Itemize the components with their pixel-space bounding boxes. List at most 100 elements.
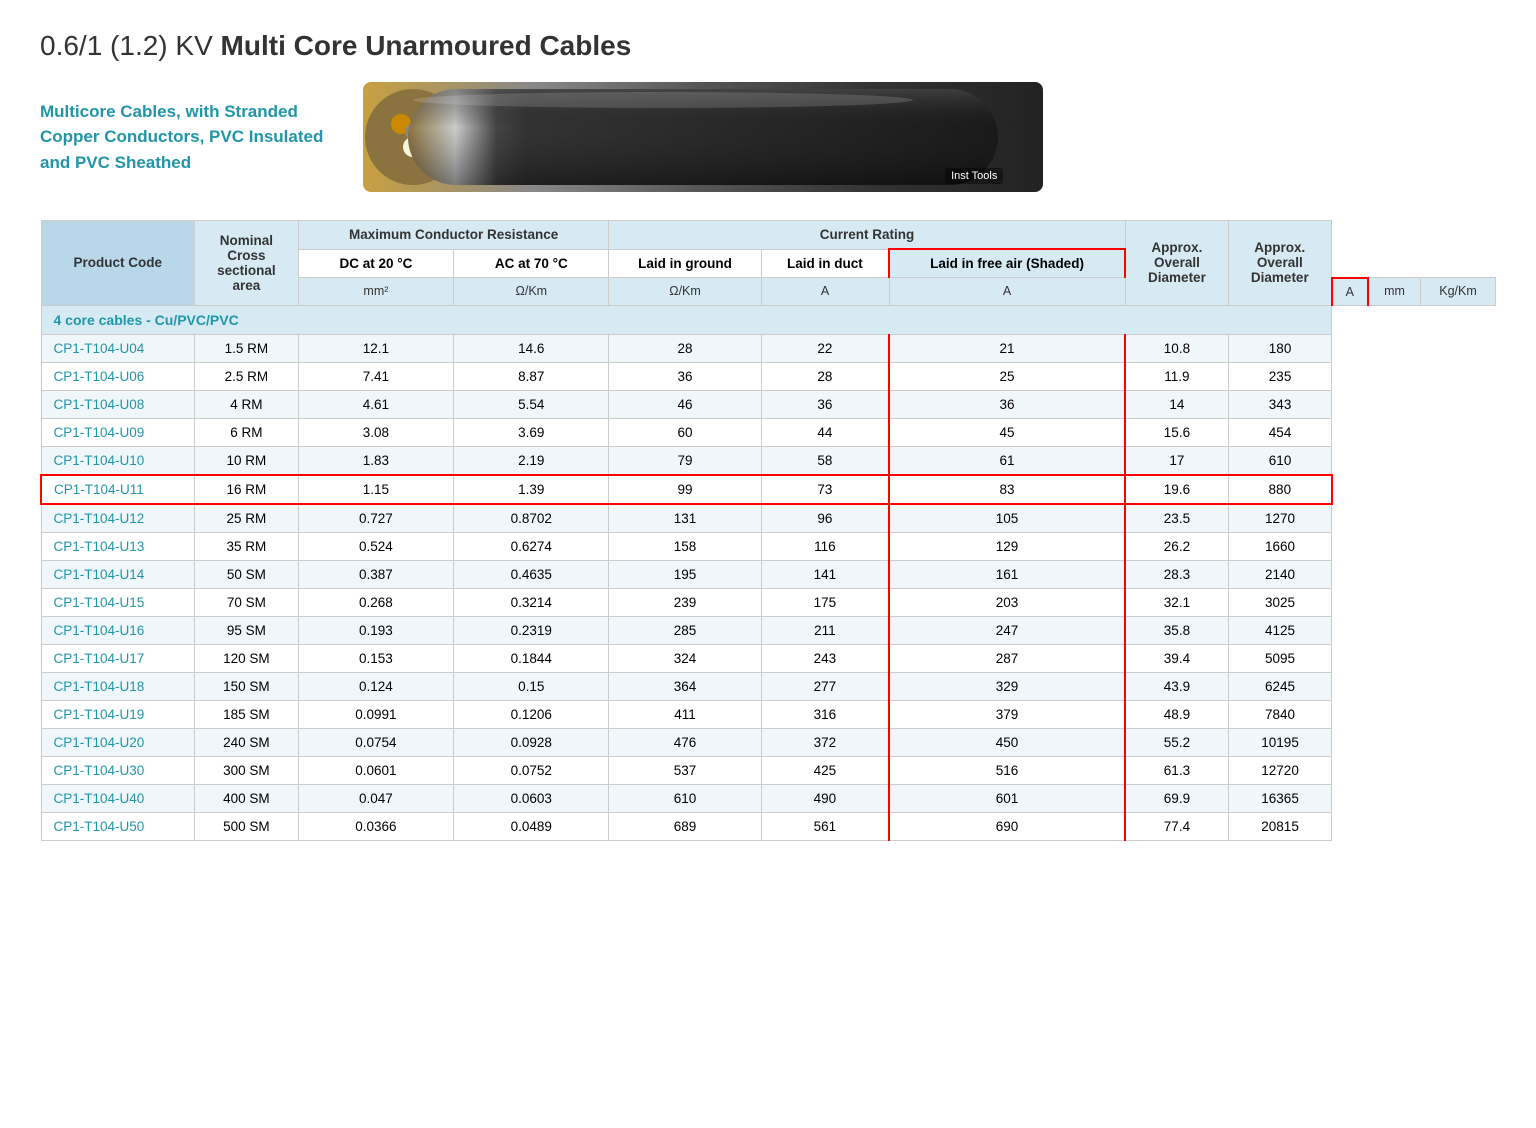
cell-4: 46 (609, 390, 761, 418)
cell-5: 243 (761, 644, 889, 672)
cell-6: 601 (889, 784, 1125, 812)
cell-5: 141 (761, 560, 889, 588)
table-row: CP1-T104-U1570 SM0.2680.321423917520332.… (41, 588, 1496, 616)
inst-tools-label: Inst Tools (945, 168, 1003, 184)
cell-0: CP1-T104-U08 (41, 390, 195, 418)
cell-2: 0.387 (298, 560, 453, 588)
cell-5: 96 (761, 504, 889, 533)
cell-5: 316 (761, 700, 889, 728)
cell-6: 379 (889, 700, 1125, 728)
cell-3: 3.69 (454, 418, 609, 446)
cell-3: 0.0928 (454, 728, 609, 756)
cell-6: 83 (889, 475, 1125, 504)
cell-5: 277 (761, 672, 889, 700)
cell-1: 500 SM (195, 812, 299, 840)
cell-7: 39.4 (1125, 644, 1228, 672)
cell-6: 450 (889, 728, 1125, 756)
section-label: 4 core cables - Cu/PVC/PVC (41, 305, 1332, 334)
cell-0: CP1-T104-U04 (41, 334, 195, 362)
cell-2: 0.0366 (298, 812, 453, 840)
intro-text: Multicore Cables, with Stranded Copper C… (40, 99, 323, 176)
cell-1: 150 SM (195, 672, 299, 700)
table-row: CP1-T104-U1010 RM1.832.1979586117610 (41, 446, 1496, 475)
cell-3: 0.1206 (454, 700, 609, 728)
unit-amp-a: A (761, 278, 889, 306)
cell-3: 0.3214 (454, 588, 609, 616)
cell-0: CP1-T104-U40 (41, 784, 195, 812)
cell-0: CP1-T104-U15 (41, 588, 195, 616)
table-row: CP1-T104-U19185 SM0.09910.12064113163794… (41, 700, 1496, 728)
cell-4: 79 (609, 446, 761, 475)
cell-8: 1660 (1228, 532, 1331, 560)
header-approx-weight: Approx.OverallDiameter (1228, 221, 1331, 306)
cell-5: 561 (761, 812, 889, 840)
cell-2: 0.0991 (298, 700, 453, 728)
cell-8: 1270 (1228, 504, 1331, 533)
cell-1: 240 SM (195, 728, 299, 756)
header-max-conductor: Maximum Conductor Resistance (298, 221, 609, 250)
cell-5: 58 (761, 446, 889, 475)
cell-6: 247 (889, 616, 1125, 644)
table-row: CP1-T104-U062.5 RM7.418.8736282511.9235 (41, 362, 1496, 390)
cell-3: 0.15 (454, 672, 609, 700)
cell-4: 364 (609, 672, 761, 700)
cell-1: 25 RM (195, 504, 299, 533)
cell-1: 35 RM (195, 532, 299, 560)
cell-8: 235 (1228, 362, 1331, 390)
cell-7: 19.6 (1125, 475, 1228, 504)
cell-0: CP1-T104-U30 (41, 756, 195, 784)
table-row: CP1-T104-U17120 SM0.1530.184432424328739… (41, 644, 1496, 672)
cell-5: 490 (761, 784, 889, 812)
cell-3: 0.8702 (454, 504, 609, 533)
cell-2: 0.124 (298, 672, 453, 700)
cell-5: 372 (761, 728, 889, 756)
cell-3: 14.6 (454, 334, 609, 362)
cell-8: 5095 (1228, 644, 1331, 672)
cell-2: 0.153 (298, 644, 453, 672)
cell-8: 10195 (1228, 728, 1331, 756)
cell-6: 161 (889, 560, 1125, 588)
cell-6: 25 (889, 362, 1125, 390)
cell-1: 10 RM (195, 446, 299, 475)
cell-5: 36 (761, 390, 889, 418)
table-row: CP1-T104-U096 RM3.083.6960444515.6454 (41, 418, 1496, 446)
cell-7: 14 (1125, 390, 1228, 418)
cell-6: 61 (889, 446, 1125, 475)
table-row: CP1-T104-U20240 SM0.07540.09284763724505… (41, 728, 1496, 756)
cell-8: 880 (1228, 475, 1331, 504)
cell-1: 400 SM (195, 784, 299, 812)
header-product-code: Product Code (41, 221, 195, 306)
cell-6: 516 (889, 756, 1125, 784)
unit-kg-km: Kg/Km (1421, 278, 1496, 306)
cell-3: 1.39 (454, 475, 609, 504)
cell-7: 17 (1125, 446, 1228, 475)
cable-data-table: Product Code NominalCrosssectionalarea M… (40, 220, 1496, 841)
cell-4: 60 (609, 418, 761, 446)
cell-8: 454 (1228, 418, 1331, 446)
cell-2: 7.41 (298, 362, 453, 390)
header-current-rating: Current Rating (609, 221, 1125, 250)
cell-0: CP1-T104-U13 (41, 532, 195, 560)
unit-mm2: mm² (298, 278, 453, 306)
cell-8: 12720 (1228, 756, 1331, 784)
cell-0: CP1-T104-U16 (41, 616, 195, 644)
unit-amp-b: A (889, 278, 1125, 306)
header-laid-ground: Laid in ground (609, 249, 761, 278)
cell-3: 0.4635 (454, 560, 609, 588)
cell-3: 0.1844 (454, 644, 609, 672)
cell-0: CP1-T104-U17 (41, 644, 195, 672)
cell-1: 300 SM (195, 756, 299, 784)
table-row: CP1-T104-U1450 SM0.3870.463519514116128.… (41, 560, 1496, 588)
cell-7: 48.9 (1125, 700, 1228, 728)
cell-5: 28 (761, 362, 889, 390)
cell-8: 4125 (1228, 616, 1331, 644)
table-row: CP1-T104-U1225 RM0.7270.87021319610523.5… (41, 504, 1496, 533)
cell-6: 45 (889, 418, 1125, 446)
cell-7: 26.2 (1125, 532, 1228, 560)
cell-4: 158 (609, 532, 761, 560)
cell-7: 43.9 (1125, 672, 1228, 700)
cell-2: 1.15 (298, 475, 453, 504)
cell-6: 287 (889, 644, 1125, 672)
cell-4: 689 (609, 812, 761, 840)
cell-6: 690 (889, 812, 1125, 840)
